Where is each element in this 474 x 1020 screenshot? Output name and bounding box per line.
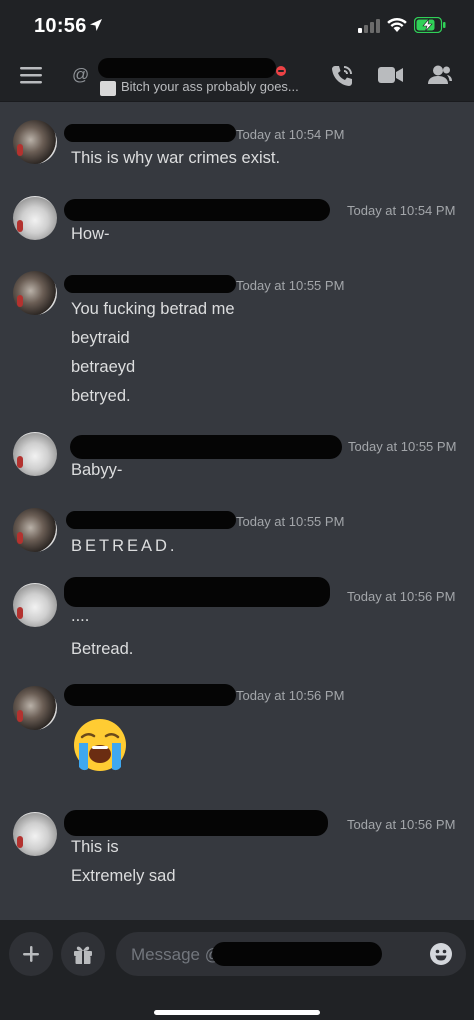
avatar[interactable]: [13, 508, 57, 552]
message-text: ....: [71, 607, 90, 625]
message-timestamp: Today at 10:55 PM: [236, 278, 345, 293]
video-call-icon[interactable]: [378, 66, 404, 89]
status-bar: 10:56: [0, 0, 474, 50]
message-text: betryed.: [71, 387, 131, 405]
battery-charging-icon: [413, 16, 446, 38]
message-text: This is: [71, 838, 119, 856]
message-text: You fucking betrad me: [71, 300, 235, 318]
avatar[interactable]: [13, 120, 57, 164]
location-arrow-icon: [88, 17, 104, 38]
message-text: How-: [71, 225, 110, 243]
message-text: This is why war crimes exist.: [71, 149, 281, 167]
voice-call-icon[interactable]: [330, 63, 354, 94]
hamburger-menu-icon[interactable]: [20, 67, 42, 89]
avatar[interactable]: [13, 686, 57, 730]
redacted-username[interactable]: [66, 511, 236, 529]
avatar[interactable]: [13, 812, 57, 856]
redacted-username[interactable]: [64, 275, 236, 293]
redacted-username[interactable]: [98, 58, 276, 78]
dm-header: @ Bitch your ass probably goes...: [0, 50, 474, 102]
redacted-username[interactable]: [64, 577, 330, 607]
gift-icon: [74, 946, 92, 964]
avatar[interactable]: [13, 432, 57, 476]
wifi-icon: [386, 17, 408, 38]
message-timestamp: Today at 10:54 PM: [236, 127, 345, 142]
avatar[interactable]: [13, 583, 57, 627]
clock: 10:56: [34, 15, 87, 37]
message-text: Babyy-: [71, 461, 123, 479]
emoji-picker-icon[interactable]: [430, 943, 452, 970]
redacted-username[interactable]: [64, 684, 236, 706]
cellular-signal-icon: [358, 19, 380, 38]
avatar[interactable]: [13, 271, 57, 315]
redacted-username[interactable]: [70, 435, 342, 459]
message-text: Extremely sad: [71, 867, 176, 885]
message-composer: Message @: [0, 920, 474, 1020]
message-timestamp: Today at 10:55 PM: [348, 439, 457, 454]
add-attachment-button[interactable]: [9, 932, 53, 976]
avatar[interactable]: [13, 196, 57, 240]
message-timestamp: Today at 10:56 PM: [347, 589, 456, 604]
message-text: beytraid: [71, 329, 130, 347]
message-text: Betread.: [71, 640, 134, 658]
plus-icon: [23, 946, 39, 962]
gift-button[interactable]: [61, 932, 105, 976]
redacted-username: [212, 942, 382, 966]
loudly-crying-face-icon: [72, 717, 128, 778]
message-text: betraeyd: [71, 358, 136, 376]
home-indicator: [154, 1010, 320, 1015]
member-list-icon[interactable]: [428, 65, 452, 90]
message-text: BETREAD.: [71, 537, 178, 555]
message-timestamp: Today at 10:55 PM: [236, 514, 345, 529]
redacted-username[interactable]: [64, 124, 236, 142]
redacted-username[interactable]: [64, 810, 328, 836]
at-symbol-icon: @: [72, 65, 90, 84]
message-timestamp: Today at 10:56 PM: [347, 817, 456, 832]
custom-status-emoji-icon: [100, 81, 116, 96]
message-timestamp: Today at 10:56 PM: [236, 688, 345, 703]
redacted-username[interactable]: [64, 199, 330, 221]
custom-status-text: Bitch your ass probably goes...: [121, 79, 299, 94]
message-timestamp: Today at 10:54 PM: [347, 203, 456, 218]
message-placeholder: Message @: [131, 945, 222, 964]
message-input[interactable]: Message @: [116, 932, 466, 976]
